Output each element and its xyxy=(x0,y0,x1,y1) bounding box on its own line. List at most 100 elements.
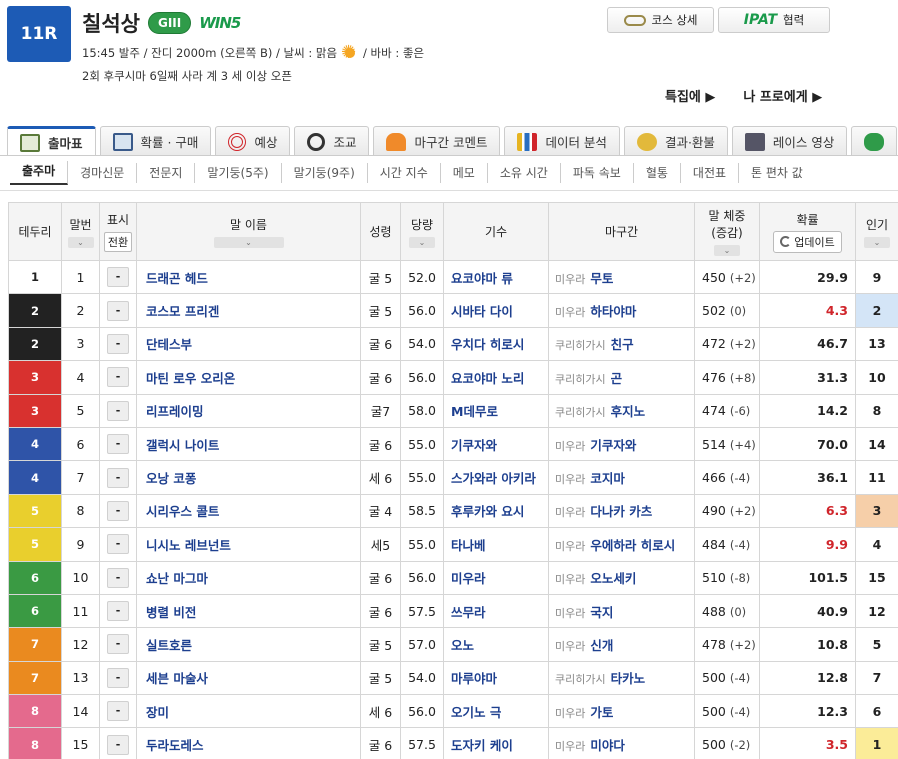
jockey-link[interactable]: 요코야마 류 xyxy=(443,259,549,295)
trainer-link[interactable]: 무토 xyxy=(590,271,613,286)
subtab[interactable]: 출주마 xyxy=(10,161,69,185)
trainer-link[interactable]: 코지마 xyxy=(590,471,625,486)
mark-button[interactable]: - xyxy=(107,667,129,688)
feature-link[interactable]: 특집에 ▶ xyxy=(665,86,715,105)
mark-button[interactable]: - xyxy=(107,634,129,655)
horse-name-link[interactable]: 니시노 레브넌트 xyxy=(136,527,361,562)
mark-button[interactable]: - xyxy=(107,267,129,288)
sort-icon[interactable]: ⌄ xyxy=(67,236,94,248)
trainer-link[interactable]: 기쿠자와 xyxy=(590,438,636,453)
col-umaban[interactable]: 말번 ⌄ xyxy=(61,202,100,261)
horse-name-link[interactable]: 갤럭시 나이트 xyxy=(136,426,361,462)
jockey-link[interactable]: 쓰무라 xyxy=(443,593,549,629)
trainer-link[interactable]: 친구 xyxy=(611,337,634,352)
mark-button[interactable]: - xyxy=(107,734,129,755)
col-weight[interactable]: 당량 ⌄ xyxy=(400,202,444,261)
tab-results[interactable]: 결과·환불 xyxy=(623,126,728,156)
tab-prediction[interactable]: 예상 xyxy=(215,126,291,156)
trainer-link[interactable]: 곤 xyxy=(611,371,623,386)
trainer-link[interactable]: 국지 xyxy=(590,605,613,620)
trainer-link[interactable]: 신개 xyxy=(590,638,613,653)
mark-button[interactable]: - xyxy=(107,567,129,588)
subtab[interactable]: 말기둥(9주) xyxy=(282,163,368,183)
tab-race-video[interactable]: 레이스 영상 xyxy=(731,126,848,156)
jockey-link[interactable]: 우치다 히로시 xyxy=(443,326,549,362)
trainer-link[interactable]: 다나카 카츠 xyxy=(590,504,652,519)
col-body-weight[interactable]: 말 체중 (증감) ⌄ xyxy=(694,202,760,261)
jockey-link[interactable]: 오기노 극 xyxy=(443,694,549,729)
horse-name-link[interactable]: 오낭 코퐁 xyxy=(136,460,361,495)
horse-name-link[interactable]: 실트호른 xyxy=(136,627,361,662)
trainer-link[interactable]: 우에하라 히로시 xyxy=(590,538,675,553)
mark-button[interactable]: - xyxy=(107,367,129,388)
subtab[interactable]: 소유 시간 xyxy=(488,163,561,183)
horse-name-link[interactable]: 쇼난 마그마 xyxy=(136,560,361,595)
trainer-link[interactable]: 가토 xyxy=(590,705,613,720)
col-popularity[interactable]: 인기 ⌄ xyxy=(855,202,898,261)
sort-icon[interactable]: ⌄ xyxy=(213,236,284,248)
mark-button[interactable]: - xyxy=(107,500,129,521)
tab-data-analysis[interactable]: 데이터 분석 xyxy=(504,126,620,156)
trainer-link[interactable]: 타카노 xyxy=(611,671,646,686)
mark-button[interactable]: - xyxy=(107,467,129,488)
jockey-link[interactable]: 미우라 xyxy=(443,560,549,595)
jockey-link[interactable]: 타나베 xyxy=(443,527,549,562)
sort-icon[interactable]: ⌄ xyxy=(714,245,740,256)
update-button[interactable]: 업데이트 xyxy=(773,230,842,253)
subtab[interactable]: 시간 지수 xyxy=(368,163,441,183)
mark-button[interactable]: - xyxy=(107,333,129,354)
jockey-link[interactable]: 기쿠자와 xyxy=(443,426,549,462)
umaban-cell: 7 xyxy=(61,460,100,495)
tab-training[interactable]: 조교 xyxy=(294,126,370,156)
mark-button[interactable]: - xyxy=(107,701,129,722)
subtab[interactable]: 말기둥(5주) xyxy=(195,163,282,183)
horse-name-link[interactable]: 드래곤 헤드 xyxy=(136,259,361,295)
horse-name-link[interactable]: 단테스부 xyxy=(136,326,361,362)
horse-name-link[interactable]: 두라도레스 xyxy=(136,727,361,759)
col-body-weight-sub: (증감) xyxy=(711,226,743,240)
jockey-link[interactable]: 오노 xyxy=(443,627,549,662)
trainer-link[interactable]: 후지노 xyxy=(611,404,646,419)
subtab[interactable]: 톤 편차 값 xyxy=(739,163,815,183)
subtab[interactable]: 메모 xyxy=(441,163,488,183)
tab-stable-comment[interactable]: 마구간 코멘트 xyxy=(373,126,501,156)
mark-toggle-button[interactable]: 전환 xyxy=(103,232,133,252)
jockey-link[interactable]: 마루야마 xyxy=(443,660,549,696)
mark-button[interactable]: - xyxy=(107,601,129,622)
mark-button[interactable]: - xyxy=(107,534,129,555)
ipat-button[interactable]: IPAT 협력 xyxy=(718,7,830,33)
col-horse[interactable]: 말 이름 ⌄ xyxy=(136,202,361,261)
tab-chat[interactable] xyxy=(851,126,898,156)
pro-link[interactable]: 나 프로에게 ▶ xyxy=(743,86,822,105)
subtab[interactable]: 경마신문 xyxy=(68,163,138,183)
horse-name-link[interactable]: 세븐 마술사 xyxy=(136,660,361,696)
horse-name-link[interactable]: 리프레이밍 xyxy=(136,393,361,428)
jockey-link[interactable]: M데무로 xyxy=(443,393,549,428)
mark-cell: - xyxy=(99,593,137,629)
horse-name-link[interactable]: 장미 xyxy=(136,694,361,729)
subtab[interactable]: 혈통 xyxy=(634,163,681,183)
mark-button[interactable]: - xyxy=(107,300,129,321)
subtab[interactable]: 파독 속보 xyxy=(561,163,634,183)
jockey-link[interactable]: 시바타 다이 xyxy=(443,293,549,328)
tab-odds[interactable]: 확률 · 구매 xyxy=(99,126,212,156)
horse-name-link[interactable]: 시리우스 콜트 xyxy=(136,493,361,529)
subtab[interactable]: 대전표 xyxy=(681,163,740,183)
tab-entries[interactable]: 출마표 xyxy=(7,126,96,156)
trainer-link[interactable]: 하타야마 xyxy=(590,304,636,319)
mark-button[interactable]: - xyxy=(107,434,129,455)
trainer-link[interactable]: 오노세키 xyxy=(590,571,636,586)
jockey-link[interactable]: 요코야마 노리 xyxy=(443,360,549,395)
horse-name-link[interactable]: 마틴 로우 오리온 xyxy=(136,360,361,395)
mark-button[interactable]: - xyxy=(107,400,129,421)
horse-name-link[interactable]: 코스모 프리겐 xyxy=(136,293,361,328)
trainer-link[interactable]: 미야다 xyxy=(590,738,625,753)
subtab[interactable]: 전문지 xyxy=(137,163,196,183)
horse-name-link[interactable]: 병렬 비전 xyxy=(136,593,361,629)
course-detail-button[interactable]: 코스 상세 xyxy=(607,7,714,33)
jockey-link[interactable]: 도자키 케이 xyxy=(443,727,549,759)
jockey-link[interactable]: 스가와라 아키라 xyxy=(443,460,549,495)
jockey-link[interactable]: 후루카와 요시 xyxy=(443,493,549,529)
sort-icon[interactable]: ⌄ xyxy=(864,236,890,248)
sort-icon[interactable]: ⌄ xyxy=(409,236,435,248)
